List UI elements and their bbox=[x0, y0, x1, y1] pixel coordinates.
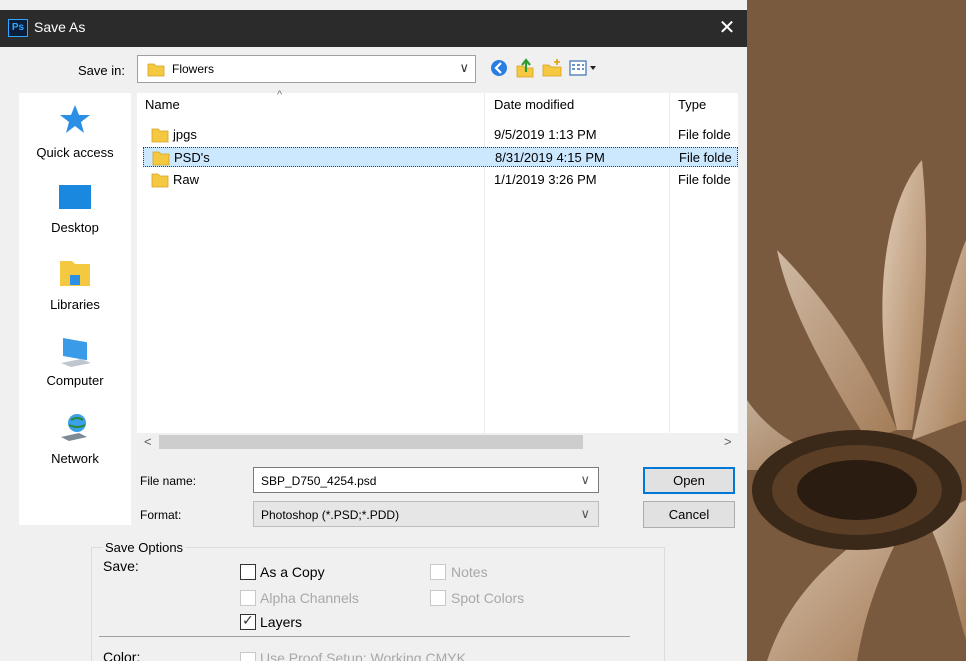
file-name: Raw bbox=[173, 172, 200, 187]
file-row-psds[interactable]: PSD's 8/31/2019 4:15 PM File folde bbox=[143, 147, 738, 167]
layers-checkbox[interactable]: ✓ bbox=[240, 612, 256, 630]
checkmark-icon: ✓ bbox=[242, 612, 254, 628]
sort-ascending-icon: ^ bbox=[277, 89, 283, 101]
scroll-left-button[interactable]: < bbox=[144, 433, 152, 451]
spot-colors-label: Spot Colors bbox=[451, 590, 525, 606]
save-label: Save: bbox=[103, 558, 139, 574]
chevron-down-icon[interactable]: ∨ bbox=[580, 472, 590, 488]
place-label: Network bbox=[51, 451, 99, 466]
save-in-label: Save in: bbox=[78, 63, 125, 78]
file-name: PSD's bbox=[174, 150, 210, 165]
title-bar: Ps Save As ✕ bbox=[0, 10, 747, 47]
window-title: Save As bbox=[34, 19, 86, 35]
back-icon[interactable] bbox=[489, 58, 511, 78]
save-options-group bbox=[91, 547, 665, 661]
format-value: Photoshop (*.PSD;*.PDD) bbox=[261, 508, 400, 522]
file-row-raw[interactable]: Raw 1/1/2019 3:26 PM File folde bbox=[143, 170, 738, 190]
file-list[interactable]: Name ^ Date modified Type jpgs 9/5/2019 … bbox=[137, 89, 738, 433]
cancel-button[interactable]: Cancel bbox=[643, 501, 735, 528]
file-date: 9/5/2019 1:13 PM bbox=[494, 127, 597, 142]
horizontal-scrollbar[interactable]: < > bbox=[137, 433, 738, 451]
save-options-legend: Save Options bbox=[103, 540, 186, 555]
network-icon bbox=[61, 414, 87, 441]
place-label: Desktop bbox=[51, 220, 99, 235]
as-a-copy-label: As a Copy bbox=[260, 564, 325, 580]
folder-icon bbox=[147, 63, 165, 77]
place-label: Libraries bbox=[50, 297, 100, 312]
format-dropdown[interactable]: Photoshop (*.PSD;*.PDD) ∨ bbox=[253, 501, 599, 527]
column-header-type[interactable]: Type bbox=[678, 97, 706, 112]
new-folder-icon[interactable] bbox=[541, 58, 563, 78]
folder-icon bbox=[152, 151, 170, 166]
layers-label: Layers bbox=[260, 614, 303, 630]
libraries-icon bbox=[60, 261, 90, 286]
file-name-value: SBP_D750_4254.psd bbox=[261, 474, 377, 488]
file-type: File folde bbox=[678, 172, 731, 187]
notes-checkbox[interactable] bbox=[430, 564, 446, 580]
star-icon bbox=[60, 105, 90, 133]
save-as-dialog: Ps Save As ✕ Save in: Flowers ∨ Quick ac… bbox=[0, 0, 747, 661]
chevron-down-icon: ∨ bbox=[580, 506, 590, 521]
file-type: File folde bbox=[679, 150, 732, 165]
folder-icon bbox=[151, 173, 169, 188]
format-label: Format: bbox=[140, 508, 182, 522]
save-in-dropdown[interactable]: Flowers ∨ bbox=[137, 55, 476, 83]
scroll-right-button[interactable]: > bbox=[724, 433, 732, 451]
place-label: Computer bbox=[46, 373, 104, 388]
folder-icon bbox=[151, 128, 169, 143]
desktop-icon bbox=[59, 185, 91, 209]
alpha-channels-checkbox[interactable] bbox=[240, 590, 256, 606]
as-a-copy-checkbox[interactable] bbox=[240, 564, 256, 580]
notes-label: Notes bbox=[451, 564, 488, 580]
use-proof-setup-label: Use Proof Setup: Working CMYK bbox=[260, 650, 466, 661]
column-header-name[interactable]: Name bbox=[145, 97, 180, 112]
spot-colors-checkbox[interactable] bbox=[430, 590, 446, 606]
file-date: 1/1/2019 3:26 PM bbox=[494, 172, 597, 187]
places-bar: Quick access Desktop Libraries Computer bbox=[19, 93, 131, 525]
file-name-label: File name: bbox=[140, 474, 197, 488]
background-photo bbox=[747, 0, 966, 661]
save-in-value: Flowers bbox=[172, 62, 215, 76]
top-strip bbox=[0, 0, 747, 10]
color-label: Color: bbox=[103, 649, 141, 661]
file-row-jpgs[interactable]: jpgs 9/5/2019 1:13 PM File folde bbox=[143, 125, 738, 145]
file-date: 8/31/2019 4:15 PM bbox=[495, 150, 605, 165]
file-name: jpgs bbox=[173, 127, 197, 142]
options-separator bbox=[99, 636, 630, 637]
view-menu-icon[interactable] bbox=[569, 58, 599, 78]
up-folder-icon[interactable] bbox=[514, 58, 536, 78]
chevron-down-icon: ∨ bbox=[459, 60, 469, 75]
close-icon[interactable]: ✕ bbox=[712, 14, 742, 42]
column-header-date[interactable]: Date modified bbox=[494, 97, 574, 112]
file-name-input[interactable]: SBP_D750_4254.psd ∨ bbox=[253, 467, 599, 493]
photoshop-app-icon: Ps bbox=[8, 19, 28, 37]
computer-icon bbox=[61, 338, 91, 367]
place-label: Quick access bbox=[36, 145, 114, 160]
use-proof-setup-checkbox[interactable] bbox=[240, 652, 256, 661]
scrollbar-thumb[interactable] bbox=[159, 435, 583, 449]
open-button[interactable]: Open bbox=[643, 467, 735, 494]
file-type: File folde bbox=[678, 127, 731, 142]
alpha-channels-label: Alpha Channels bbox=[260, 590, 359, 606]
